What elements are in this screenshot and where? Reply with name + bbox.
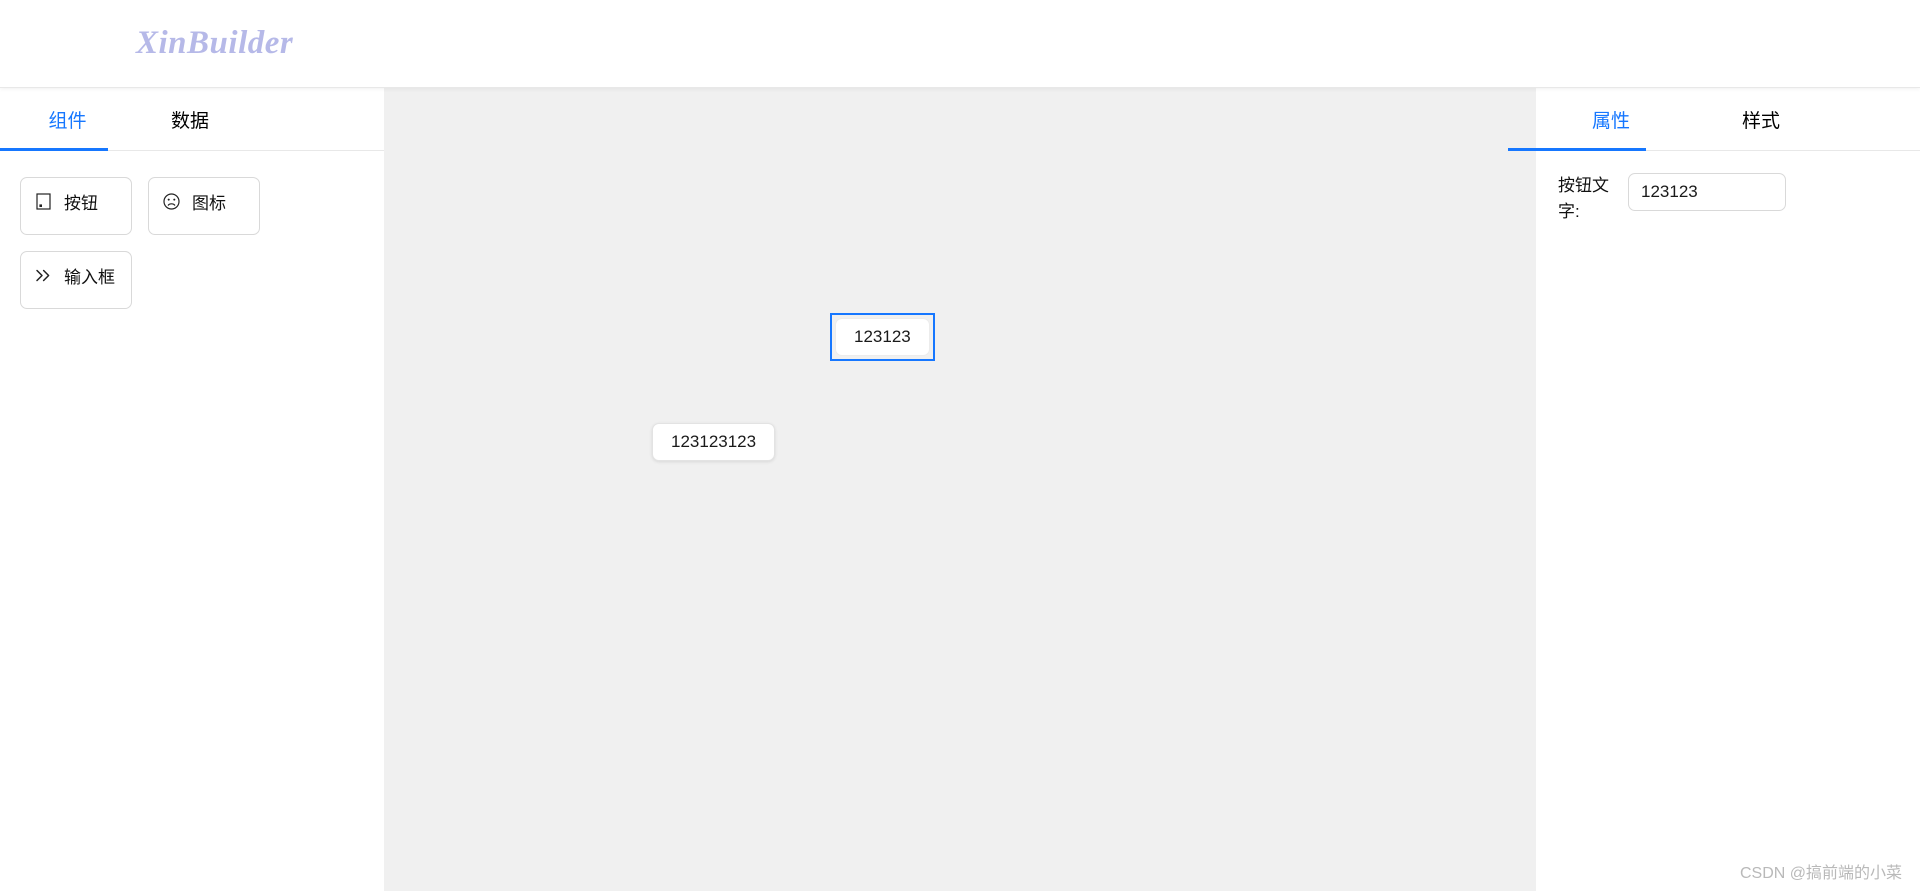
palette-item-button-inner: 按钮 xyxy=(35,189,98,214)
palette-item-input-inner: 输入框 xyxy=(35,263,115,288)
canvas-item-selected[interactable]: 123123 xyxy=(830,313,935,361)
app-root: XinBuilder 组件 数据 按钮 图标 输入框 123123 123123… xyxy=(0,0,1920,891)
canvas-button-2[interactable]: 123123123 xyxy=(652,423,776,461)
property-list: 按钮文字: xyxy=(1536,151,1920,891)
palette-item-input[interactable]: 输入框 xyxy=(20,251,132,309)
palette-item-icon-inner: 图标 xyxy=(163,189,226,214)
component-palette: 按钮 图标 输入框 xyxy=(0,151,384,891)
button-rect-icon xyxy=(35,193,52,210)
double-chevron-right-icon xyxy=(35,267,52,284)
canvas-button-1[interactable]: 123123 xyxy=(835,318,930,356)
left-panel: 组件 数据 按钮 图标 输入框 xyxy=(0,88,384,891)
tab-styles-label: 样式 xyxy=(1741,110,1780,132)
palette-item-input-label: 输入框 xyxy=(64,268,115,287)
csdn-watermark: CSDN @搞前端的小菜 xyxy=(1739,865,1902,882)
tab-attributes[interactable]: 属性 xyxy=(1508,88,1686,151)
selection-outline[interactable]: 123123 xyxy=(830,313,935,361)
right-panel-tabs: 属性 样式 xyxy=(1508,88,1920,151)
right-panel: 属性 样式 按钮文字: xyxy=(1508,88,1920,891)
palette-item-button[interactable]: 按钮 xyxy=(20,177,132,235)
tab-components-label: 组件 xyxy=(48,110,87,132)
palette-item-icon-label: 图标 xyxy=(192,194,226,213)
design-canvas[interactable]: 123123 123123123 xyxy=(384,88,1536,891)
tab-attributes-label: 属性 xyxy=(1591,110,1630,132)
property-label-button-text: 按钮文字: xyxy=(1558,176,1609,221)
palette-item-button-label: 按钮 xyxy=(64,194,98,213)
tab-data[interactable]: 数据 xyxy=(135,88,245,150)
tab-styles[interactable]: 样式 xyxy=(1686,88,1836,150)
app-header: XinBuilder xyxy=(0,0,1920,88)
app-logo: XinBuilder xyxy=(136,25,294,61)
tab-components[interactable]: 组件 xyxy=(0,88,135,151)
sad-face-icon xyxy=(163,193,180,210)
property-input-button-text[interactable] xyxy=(1628,173,1786,211)
app-body: 组件 数据 按钮 图标 输入框 123123 123123123 属性 样式 按… xyxy=(0,88,1920,891)
tab-data-label: 数据 xyxy=(170,110,209,132)
property-row-button-text: 按钮文字: xyxy=(1536,173,1920,225)
palette-item-icon[interactable]: 图标 xyxy=(148,177,260,235)
left-panel-tabs: 组件 数据 xyxy=(0,88,384,151)
canvas-item-2[interactable]: 123123123 xyxy=(652,423,776,461)
